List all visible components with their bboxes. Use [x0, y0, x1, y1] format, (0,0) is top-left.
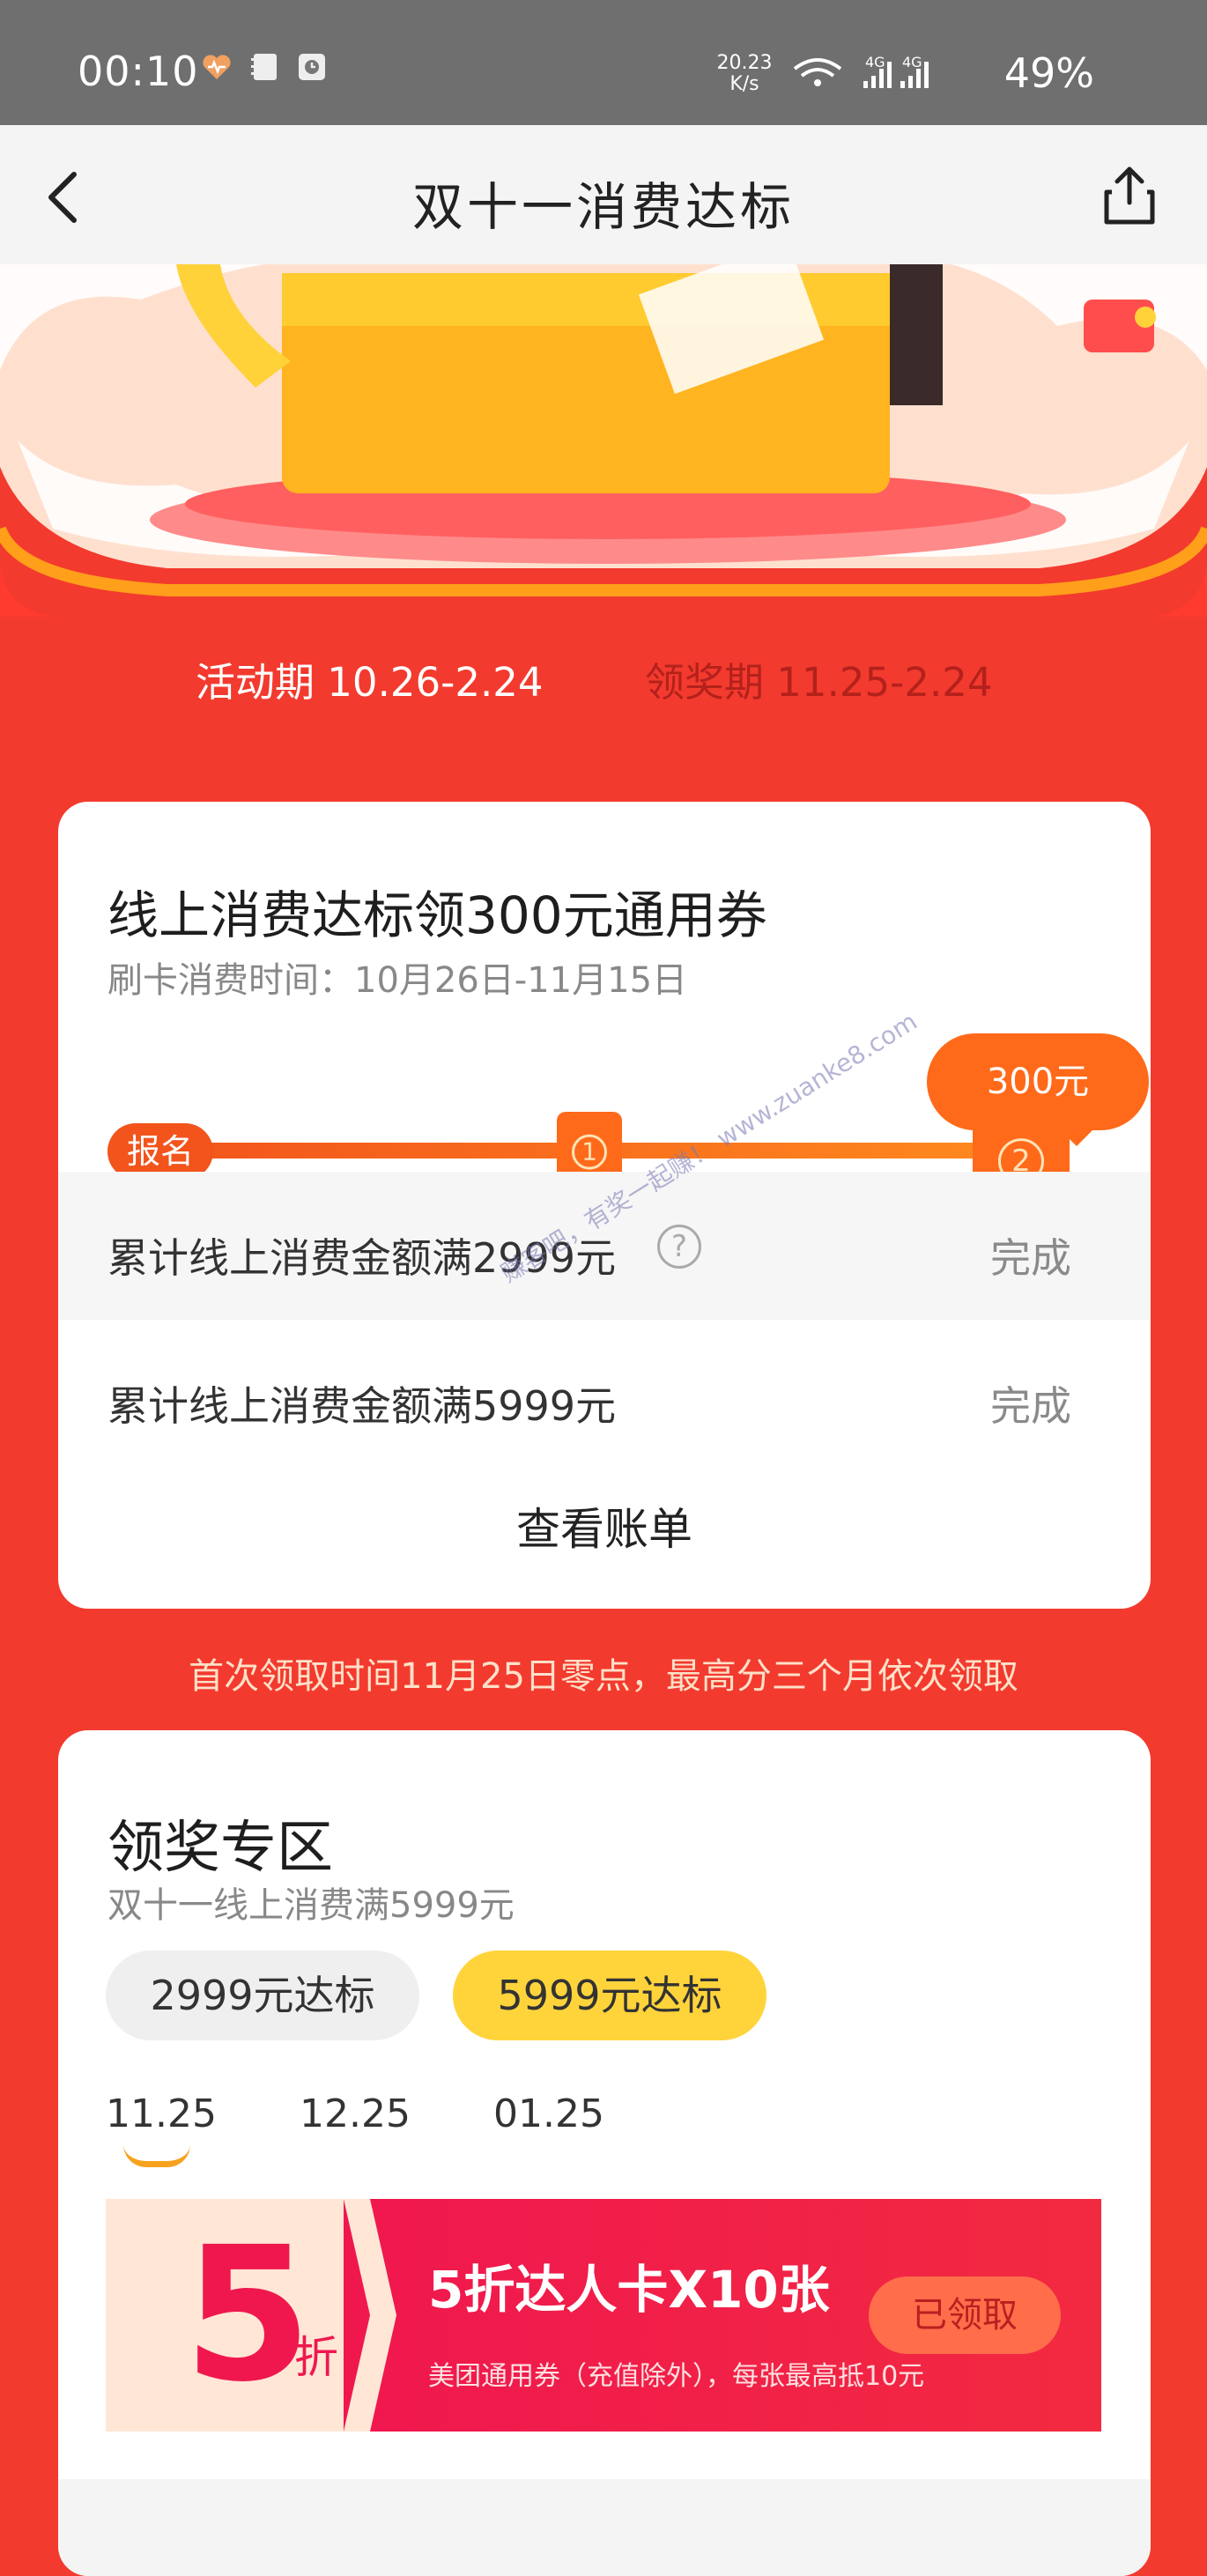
reward-zone-card: 领奖专区 双十一线上消费满5999元 2999元达标 5999元达标 11.25… — [58, 1730, 1151, 2576]
condition-label: 累计线上消费金额满5999元 — [107, 1382, 617, 1430]
task-heading: 线上消费达标领300元通用券 — [107, 885, 767, 945]
view-bill-link[interactable]: 查看账单 — [58, 1494, 1151, 1558]
condition-status: 完成 — [990, 1382, 1071, 1430]
reward-zone-heading: 领奖专区 — [107, 1816, 333, 1881]
status-time: 00:10 — [78, 48, 199, 95]
date-tab[interactable]: 12.25 — [300, 2091, 411, 2136]
svg-text:4G: 4G — [865, 54, 885, 70]
reward-zone-subtitle: 双十一线上消费满5999元 — [107, 1885, 515, 1926]
discount-unit: 折 — [294, 2332, 338, 2383]
tier-tab-2999[interactable]: 2999元达标 — [106, 1951, 419, 2040]
svg-text:4G: 4G — [902, 54, 922, 70]
notebook-icon — [251, 54, 277, 80]
net-speed: 20.23 K/s — [716, 52, 773, 95]
health-heart-icon — [203, 55, 231, 79]
next-item-strip — [58, 2479, 1151, 2576]
coupon-card: 5 折 5折达人卡X10张 美团通用券（充值除外），每张最高抵10元 已领取 — [106, 2199, 1101, 2432]
activity-period: 活动期 10.26-2.24 — [196, 659, 544, 706]
condition-status: 完成 — [990, 1234, 1071, 1282]
title-bar: 双十一消费达标 — [0, 125, 1207, 264]
banner-illustration — [0, 264, 1207, 617]
clock-app-icon — [299, 54, 325, 80]
page-title: 双十一消费达标 — [411, 177, 795, 237]
condition-row: 累计线上消费金额满5999元 完成 — [58, 1320, 1151, 1468]
discount-number: 5 — [183, 2207, 313, 2423]
date-tab[interactable]: 11.25 — [106, 2091, 217, 2136]
date-tab[interactable]: 01.25 — [493, 2091, 604, 2136]
selected-date-indicator — [123, 2144, 190, 2167]
status-bar: 00:10 20.23 K/s 4G 4G 49% — [0, 0, 1207, 125]
claimed-button[interactable]: 已领取 — [869, 2276, 1061, 2354]
help-question-icon[interactable]: ? — [657, 1225, 701, 1269]
claim-note: 首次领取时间11月25日零点，最高分三个月依次领取 — [189, 1656, 1018, 1697]
coupon-title: 5折达人卡X10张 — [428, 2260, 830, 2320]
coupon-description: 美团通用券（充值除外），每张最高抵10元 — [428, 2361, 925, 2392]
tier-tab-5999[interactable]: 5999元达标 — [453, 1951, 766, 2040]
share-icon[interactable] — [1094, 160, 1165, 231]
battery-level: 49% — [1003, 49, 1094, 97]
hero-banner — [0, 264, 1207, 617]
task-subtitle: 刷卡消费时间：10月26日-11月15日 — [107, 960, 688, 1001]
reward-period: 领奖期 11.25-2.24 — [645, 659, 993, 706]
step-1-number: 1 — [572, 1134, 607, 1170]
